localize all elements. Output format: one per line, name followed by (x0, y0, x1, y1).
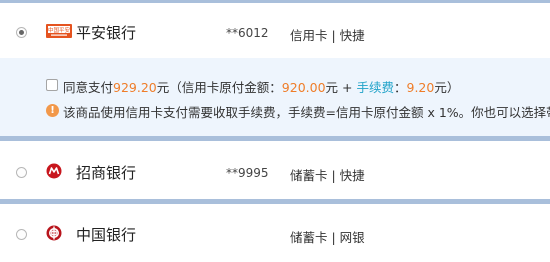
fee-close: 元） (434, 80, 460, 95)
fee-label: 手续费 (356, 80, 394, 95)
bank-option-pingan[interactable]: 中国平安 平安银行 **6012 信用卡 | 快捷 (0, 3, 550, 61)
plus-sign: 元 + (325, 80, 357, 95)
agree-amount: 929.20 (113, 80, 157, 95)
boc-logo-icon (46, 225, 62, 245)
credit-fee-panel: 同意支付929.20元（信用卡原付金额：920.00元 + 手续费：9.20元）… (0, 58, 550, 136)
card-type-cmb: 储蓄卡 | 快捷 (290, 168, 365, 183)
radio-pingan[interactable] (16, 27, 27, 38)
bank-name-cmb: 招商银行 (76, 164, 137, 182)
fee-colon: ： (393, 80, 407, 95)
bank-option-cmb[interactable]: 招商银行 **9995 储蓄卡 | 快捷 (0, 141, 550, 199)
card-number-pingan: **6012 (226, 26, 269, 40)
fee-warning-text: 该商品使用信用卡支付需要收取手续费，手续费=信用卡原付金额 x 1%。你也可以选… (63, 105, 550, 120)
radio-cmb[interactable] (16, 167, 27, 178)
card-type-pingan: 信用卡 | 快捷 (290, 28, 365, 43)
agree-fee-text: 同意支付929.20元（信用卡原付金额：920.00元 + 手续费：9.20元） (63, 77, 459, 96)
original-amount-label: （信用卡原付金额： (169, 80, 282, 95)
radio-boc[interactable] (16, 229, 27, 240)
agree-prefix: 同意支付 (63, 80, 114, 95)
cmb-logo-icon (46, 163, 62, 183)
card-number-cmb: **9995 (226, 166, 269, 180)
bank-name-boc: 中国银行 (76, 226, 137, 244)
agree-unit: 元 (156, 80, 170, 95)
original-amount: 920.00 (281, 80, 326, 95)
fee-amount: 9.20 (406, 80, 435, 95)
warning-icon: ! (46, 104, 59, 117)
svg-text:中国平安: 中国平安 (48, 26, 71, 34)
bank-name-pingan: 平安银行 (76, 24, 137, 42)
pingan-logo-icon: 中国平安 (46, 23, 72, 42)
bank-option-boc[interactable]: 中国银行 储蓄卡 | 网银 (0, 204, 550, 262)
card-type-boc: 储蓄卡 | 网银 (290, 230, 365, 245)
agree-fee-checkbox[interactable] (46, 79, 58, 91)
